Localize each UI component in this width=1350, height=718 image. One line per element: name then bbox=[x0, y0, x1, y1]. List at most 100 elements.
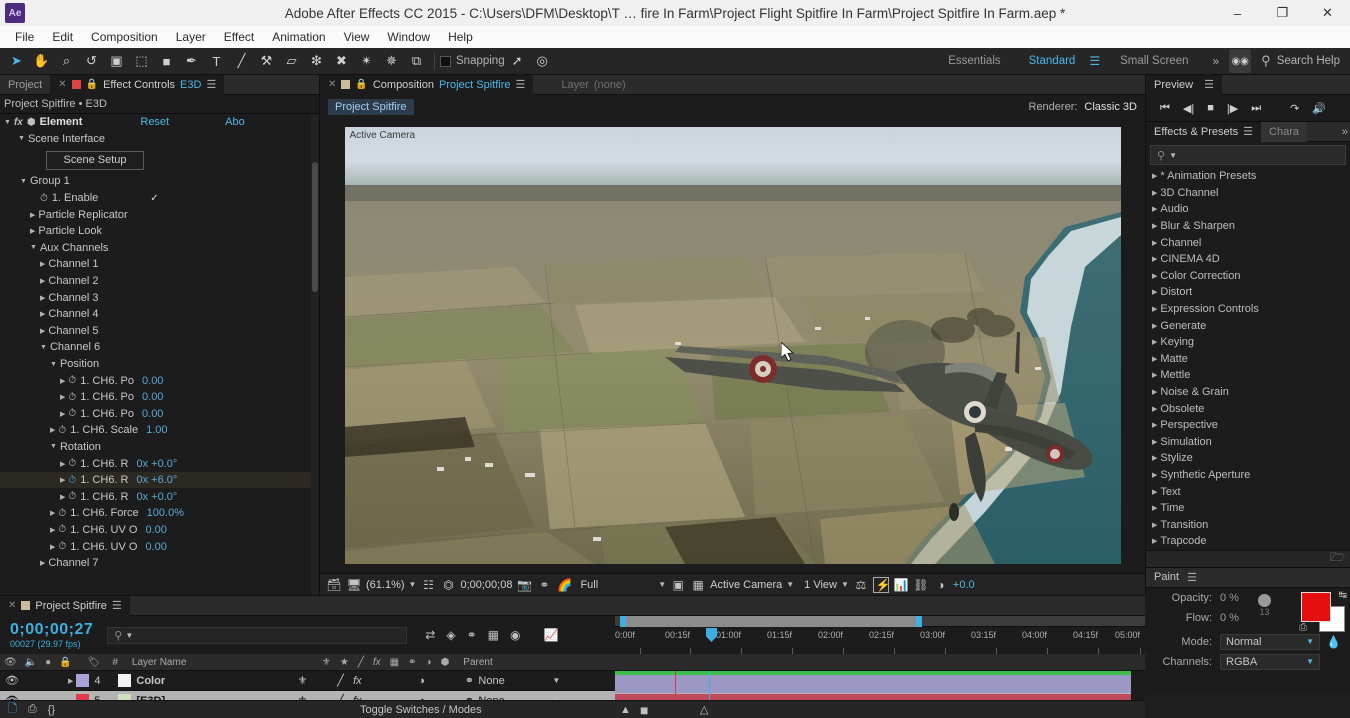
stop-icon[interactable]: ■ bbox=[1207, 102, 1214, 114]
disclosure-triangle-icon[interactable]: ▶ bbox=[1152, 239, 1157, 247]
region-interest-icon-2[interactable]: ▣ bbox=[670, 578, 686, 592]
zoom-in-icon[interactable]: △ bbox=[700, 703, 708, 716]
disclosure-triangle-icon[interactable]: ▶ bbox=[30, 227, 35, 235]
layer-name[interactable]: Color bbox=[136, 675, 296, 687]
composition-viewer[interactable]: Active Camera bbox=[320, 118, 1145, 573]
effect-property-row[interactable]: ▼ Position bbox=[0, 356, 319, 373]
3d-layer-icon[interactable]: ⬢ bbox=[441, 657, 450, 668]
property-value[interactable]: 1.00 bbox=[146, 424, 167, 436]
view-camera-dropdown-icon[interactable]: ▼ bbox=[786, 580, 794, 589]
effect-property-row[interactable]: ▶ ⏱ 1. CH6. Po 0.00 bbox=[0, 389, 319, 406]
workspace-menu-icon[interactable]: ☰ bbox=[1089, 54, 1106, 68]
pan-behind-tool-icon[interactable]: ⬚ bbox=[129, 49, 154, 73]
workspace-small-screen[interactable]: Small Screen bbox=[1106, 55, 1202, 67]
collapse-icon[interactable]: ★ bbox=[340, 657, 349, 668]
menu-window[interactable]: Window bbox=[378, 28, 439, 46]
orbit-camera-tool-icon[interactable]: ✵ bbox=[379, 49, 404, 73]
hide-shy-layers-icon[interactable]: ⚭ bbox=[467, 628, 477, 642]
expression-icon[interactable]: {} bbox=[48, 704, 55, 716]
disclosure-triangle-icon[interactable]: ▼ bbox=[40, 344, 47, 351]
effect-header-row[interactable]: ▼ fx ⬢ Element Reset Abo bbox=[0, 114, 319, 131]
effects-category-item[interactable]: ▶ Matte bbox=[1146, 351, 1350, 368]
default-colors-icon[interactable]: ⎙ bbox=[1299, 622, 1307, 633]
stopwatch-icon[interactable]: ⏱ bbox=[68, 392, 76, 403]
timecode-display[interactable]: 0;00;00;27 00027 (29.97 fps) bbox=[10, 621, 93, 649]
disclosure-triangle-icon[interactable]: ▶ bbox=[50, 426, 55, 434]
current-time-value[interactable]: 0;00;00;08 bbox=[460, 579, 512, 591]
first-frame-icon[interactable]: ⏮ bbox=[1160, 102, 1170, 115]
disclosure-triangle-icon[interactable]: ▶ bbox=[1152, 454, 1157, 462]
renderer-value[interactable]: Classic 3D bbox=[1084, 101, 1137, 113]
disclosure-triangle-icon[interactable]: ▶ bbox=[40, 327, 45, 335]
property-value[interactable]: 0x +0.0° bbox=[137, 491, 178, 503]
work-area[interactable] bbox=[620, 616, 922, 627]
panel-menu-icon[interactable]: ☰ bbox=[516, 78, 526, 91]
effect-property-row[interactable]: ▶ Channel 7 bbox=[0, 555, 319, 572]
effect-property-row[interactable]: ▶ ⏱ 1. CH6. UV O 0.00 bbox=[0, 538, 319, 555]
effects-category-item[interactable]: ▶ Synthetic Aperture bbox=[1146, 467, 1350, 484]
effects-category-item[interactable]: ▶ Simulation bbox=[1146, 434, 1350, 451]
effects-category-list[interactable]: ▶ * Animation Presets ▶ 3D Channel ▶ Audio ▶ Bl… bbox=[1146, 168, 1350, 550]
pen-tool-icon[interactable]: ✒ bbox=[179, 49, 204, 73]
parent-pickwhip-icon[interactable]: ⚭ bbox=[460, 674, 478, 687]
lock-icon[interactable]: 🔒 bbox=[59, 657, 71, 668]
disclosure-triangle-icon[interactable]: ▶ bbox=[60, 476, 65, 484]
disclosure-triangle-icon[interactable]: ▶ bbox=[1152, 471, 1157, 479]
frame-blending-icon[interactable]: ▦ bbox=[488, 628, 499, 642]
effects-category-item[interactable]: ▶ Blur & Sharpen bbox=[1146, 218, 1350, 235]
maximize-button[interactable]: ❐ bbox=[1260, 0, 1305, 26]
column-header-layer-name[interactable]: Layer Name bbox=[132, 654, 322, 671]
comp-button-icon[interactable]: 🗋 bbox=[8, 700, 17, 718]
effects-category-item[interactable]: ▶ Stylize bbox=[1146, 450, 1350, 467]
effect-property-row[interactable]: ▶ ⏱ 1. CH6. R 0x +0.0° bbox=[0, 488, 319, 505]
quality-toggle[interactable]: ╱ bbox=[332, 674, 348, 687]
disclosure-triangle-icon[interactable]: ▼ bbox=[4, 119, 11, 126]
shape-tool-icon[interactable]: ■ bbox=[154, 49, 179, 73]
property-value[interactable]: 0x +0.0° bbox=[137, 458, 178, 470]
effects-category-item[interactable]: ▶ * Animation Presets bbox=[1146, 168, 1350, 185]
effect-property-row[interactable]: ▶ Channel 1 bbox=[0, 256, 319, 273]
comp-flowchart-icon[interactable]: ⛓ bbox=[913, 578, 929, 592]
disclosure-triangle-icon[interactable]: ▶ bbox=[1152, 189, 1157, 197]
scene-setup-button[interactable]: Scene Setup bbox=[46, 150, 144, 170]
stopwatch-icon[interactable]: ⏱ bbox=[68, 458, 76, 469]
snapping-checkbox[interactable] bbox=[440, 55, 451, 67]
layer-label-color[interactable] bbox=[76, 674, 90, 687]
play-icon[interactable]: |▶ bbox=[1227, 102, 1238, 115]
effect-property-row[interactable]: ▼ Group 1 bbox=[0, 173, 319, 190]
timeline-graph-icon[interactable]: 📊 bbox=[893, 578, 909, 592]
disclosure-triangle-icon[interactable]: ▼ bbox=[50, 443, 57, 450]
tab-composition[interactable]: ✕ 🔒 Composition Project Spitfire ☰ bbox=[320, 74, 534, 95]
effects-category-item[interactable]: ▶ Trapcode bbox=[1146, 533, 1350, 550]
mode-select[interactable]: Normal ▼ bbox=[1220, 633, 1320, 650]
property-value[interactable]: 100.0% bbox=[147, 507, 184, 519]
view-layout-value[interactable]: 1 View bbox=[804, 579, 837, 591]
effects-category-item[interactable]: ▶ Noise & Grain bbox=[1146, 384, 1350, 401]
disclosure-triangle-icon[interactable]: ▶ bbox=[1152, 405, 1157, 413]
disclosure-triangle-icon[interactable]: ▶ bbox=[1152, 338, 1157, 346]
effects-category-item[interactable]: ▶ Time bbox=[1146, 500, 1350, 517]
about-link[interactable]: Abo bbox=[225, 116, 245, 128]
effects-category-item[interactable]: ▶ Distort bbox=[1146, 284, 1350, 301]
tab-effect-controls[interactable]: ✕ 🔒 Effect Controls E3D ☰ bbox=[50, 74, 225, 95]
effect-property-row[interactable]: ▶ ⏱ 1. CH6. Po 0.00 bbox=[0, 372, 319, 389]
effects-category-item[interactable]: ▶ Generate bbox=[1146, 317, 1350, 334]
timeline-track-area[interactable] bbox=[615, 671, 1131, 700]
stopwatch-icon[interactable]: ⏱ bbox=[58, 524, 66, 535]
disclosure-triangle-icon[interactable]: ▶ bbox=[30, 211, 35, 219]
disclosure-triangle-icon[interactable]: ▶ bbox=[1152, 438, 1157, 446]
disclosure-triangle-icon[interactable]: ▶ bbox=[1152, 388, 1157, 396]
eye-icon[interactable]: 👁 bbox=[4, 657, 17, 668]
column-header-parent[interactable]: Parent bbox=[463, 654, 573, 671]
effect-property-row[interactable]: ▶ Particle Look bbox=[0, 223, 319, 240]
magnification-value[interactable]: (61.1%) bbox=[366, 579, 405, 591]
timeline-playhead[interactable] bbox=[709, 671, 710, 700]
magnification-dropdown-icon[interactable]: ▼ bbox=[409, 580, 417, 589]
panel-menu-icon[interactable]: ☰ bbox=[112, 599, 122, 612]
minimize-button[interactable]: – bbox=[1215, 0, 1260, 26]
disclosure-triangle-icon[interactable]: ▶ bbox=[1152, 488, 1157, 496]
disclosure-triangle-icon[interactable]: ▶ bbox=[1152, 537, 1157, 545]
zoom-tool-icon[interactable]: ⌕ bbox=[54, 49, 79, 73]
tab-effects-presets[interactable]: Effects & Presets ☰ bbox=[1146, 121, 1262, 142]
effects-toggle[interactable]: fx bbox=[348, 675, 366, 687]
